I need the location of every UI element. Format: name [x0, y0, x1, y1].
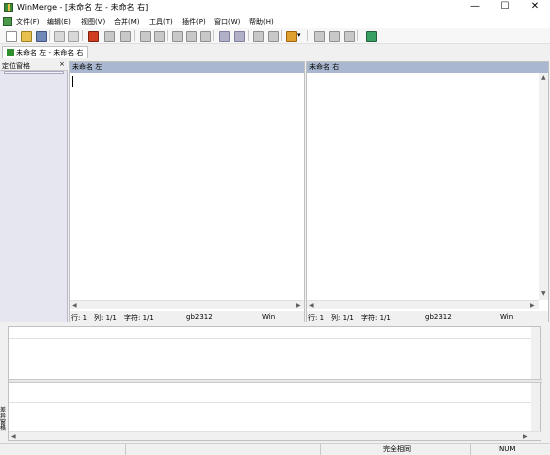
minimize-button[interactable]: — [460, 0, 490, 15]
column-indicator: 列: 1/1 [331, 314, 354, 322]
detail-pane[interactable]: ◀ ▶ [8, 326, 542, 441]
num-lock-indicator: NUM [470, 444, 550, 455]
left-pane[interactable]: 未命名 左 ◀ ▶ 行: 1 列: 1/1 字符: 1/1 gb2312 Win [69, 61, 305, 323]
undo-icon[interactable] [54, 31, 65, 42]
menu-plugins[interactable]: 插件(P) [182, 17, 206, 27]
right-pane-status: 行: 1 列: 1/1 字符: 1/1 gb2312 Win [307, 311, 548, 323]
save-icon[interactable] [36, 31, 47, 42]
copy-left-icon[interactable] [219, 31, 230, 42]
eol-indicator[interactable]: Win [262, 313, 275, 321]
scroll-left-icon[interactable]: ◀ [309, 302, 314, 309]
detail-left-line [9, 327, 542, 339]
last-diff-icon[interactable] [172, 31, 183, 42]
location-pane[interactable]: 定位窗格 × [0, 59, 68, 322]
right-horizontal-scrollbar[interactable]: ◀ ▶ [307, 300, 539, 309]
char-indicator: 字符: 1/1 [361, 314, 391, 322]
tab-compare[interactable]: 未命名 左 - 未命名 右 [2, 46, 88, 58]
options-icon[interactable] [88, 31, 99, 42]
scroll-left-icon[interactable]: ◀ [11, 433, 16, 440]
char-indicator: 字符: 1/1 [124, 314, 154, 322]
line-indicator: 行: 1 [71, 314, 88, 322]
scroll-up-icon[interactable]: ▲ [541, 74, 546, 81]
detail-right-vertical-scrollbar[interactable] [531, 383, 540, 431]
close-button[interactable]: ✕ [520, 0, 550, 15]
location-ruler[interactable] [4, 71, 64, 74]
copy-right-icon[interactable] [200, 31, 211, 42]
menu-window[interactable]: 窗口(W) [214, 17, 240, 27]
sync-icon[interactable] [366, 31, 377, 42]
open-both-icon[interactable] [344, 31, 355, 42]
doc-icon[interactable] [3, 17, 12, 26]
detail-pane-label: 差异窗格 [0, 407, 7, 432]
line-indicator: 行: 1 [308, 314, 325, 322]
detail-splitter[interactable] [9, 379, 542, 383]
encoding-indicator[interactable]: gb2312 [425, 313, 452, 321]
menu-tools[interactable]: 工具(T) [149, 17, 173, 27]
right-pane[interactable]: 未命名 右 ▲ ▼ ◀ ▶ 行: 1 列: 1/1 字符: 1/1 gb2312… [306, 61, 549, 323]
left-pane-header: 未命名 左 [70, 62, 304, 73]
copy-right-advance-icon[interactable] [234, 31, 245, 42]
copy-left-advance-icon[interactable] [253, 31, 264, 42]
status-bar: 完全相同 NUM [0, 443, 550, 455]
open-right-icon[interactable] [314, 31, 325, 42]
left-horizontal-scrollbar[interactable]: ◀ ▶ [70, 300, 304, 309]
detail-horizontal-scrollbar[interactable]: ◀ ▶ [9, 431, 542, 440]
all-right-icon[interactable] [268, 31, 279, 42]
close-icon[interactable]: × [59, 60, 65, 68]
column-indicator: 列: 1/1 [94, 314, 117, 322]
next-diff-icon[interactable] [154, 31, 165, 42]
tab-label: 未命名 左 - 未命名 右 [16, 49, 84, 57]
window-title: WinMerge - [未命名 左 - 未命名 右] [17, 3, 149, 12]
scroll-right-icon[interactable]: ▶ [530, 302, 535, 309]
refresh-icon[interactable] [104, 31, 115, 42]
eol-indicator[interactable]: Win [500, 313, 513, 321]
menu-merge[interactable]: 合并(M) [114, 17, 140, 27]
toolbar: ▾ [0, 28, 550, 44]
open-left-icon[interactable] [329, 31, 340, 42]
app-icon [4, 3, 13, 12]
scroll-right-icon[interactable]: ▶ [523, 433, 528, 440]
menu-view[interactable]: 视图(V) [81, 17, 105, 27]
right-pane-header: 未命名 右 [307, 62, 548, 73]
left-pane-status: 行: 1 列: 1/1 字符: 1/1 gb2312 Win [70, 311, 304, 323]
scroll-right-icon[interactable]: ▶ [296, 302, 301, 309]
prev-diff-icon[interactable] [140, 31, 151, 42]
new-icon[interactable] [6, 31, 17, 42]
redo-icon[interactable] [68, 31, 79, 42]
menu-bar: 文件(F) 编辑(E) 视图(V) 合并(M) 工具(T) 插件(P) 窗口(W… [0, 15, 550, 28]
encoding-indicator[interactable]: gb2312 [186, 313, 213, 321]
menu-file[interactable]: 文件(F) [16, 17, 40, 27]
first-diff-icon[interactable] [120, 31, 131, 42]
filter-icon[interactable] [286, 31, 297, 42]
maximize-button[interactable]: ☐ [490, 0, 520, 15]
menu-help[interactable]: 帮助(H) [249, 17, 274, 27]
right-vertical-scrollbar[interactable]: ▲ ▼ [539, 73, 548, 300]
open-icon[interactable] [21, 31, 32, 42]
text-caret [72, 76, 73, 87]
detail-left-vertical-scrollbar[interactable] [531, 327, 540, 379]
menu-edit[interactable]: 编辑(E) [47, 17, 71, 27]
location-pane-title: 定位窗格 [2, 62, 30, 70]
dropdown-icon[interactable]: ▾ [297, 31, 301, 39]
detail-right-line [9, 391, 542, 403]
scroll-down-icon[interactable]: ▼ [541, 290, 546, 297]
location-pane-header: 定位窗格 × [0, 59, 68, 71]
current-diff-icon[interactable] [186, 31, 197, 42]
title-bar: WinMerge - [未命名 左 - 未命名 右] — ☐ ✕ [0, 0, 550, 15]
scroll-left-icon[interactable]: ◀ [72, 302, 77, 309]
compare-icon [7, 49, 14, 56]
